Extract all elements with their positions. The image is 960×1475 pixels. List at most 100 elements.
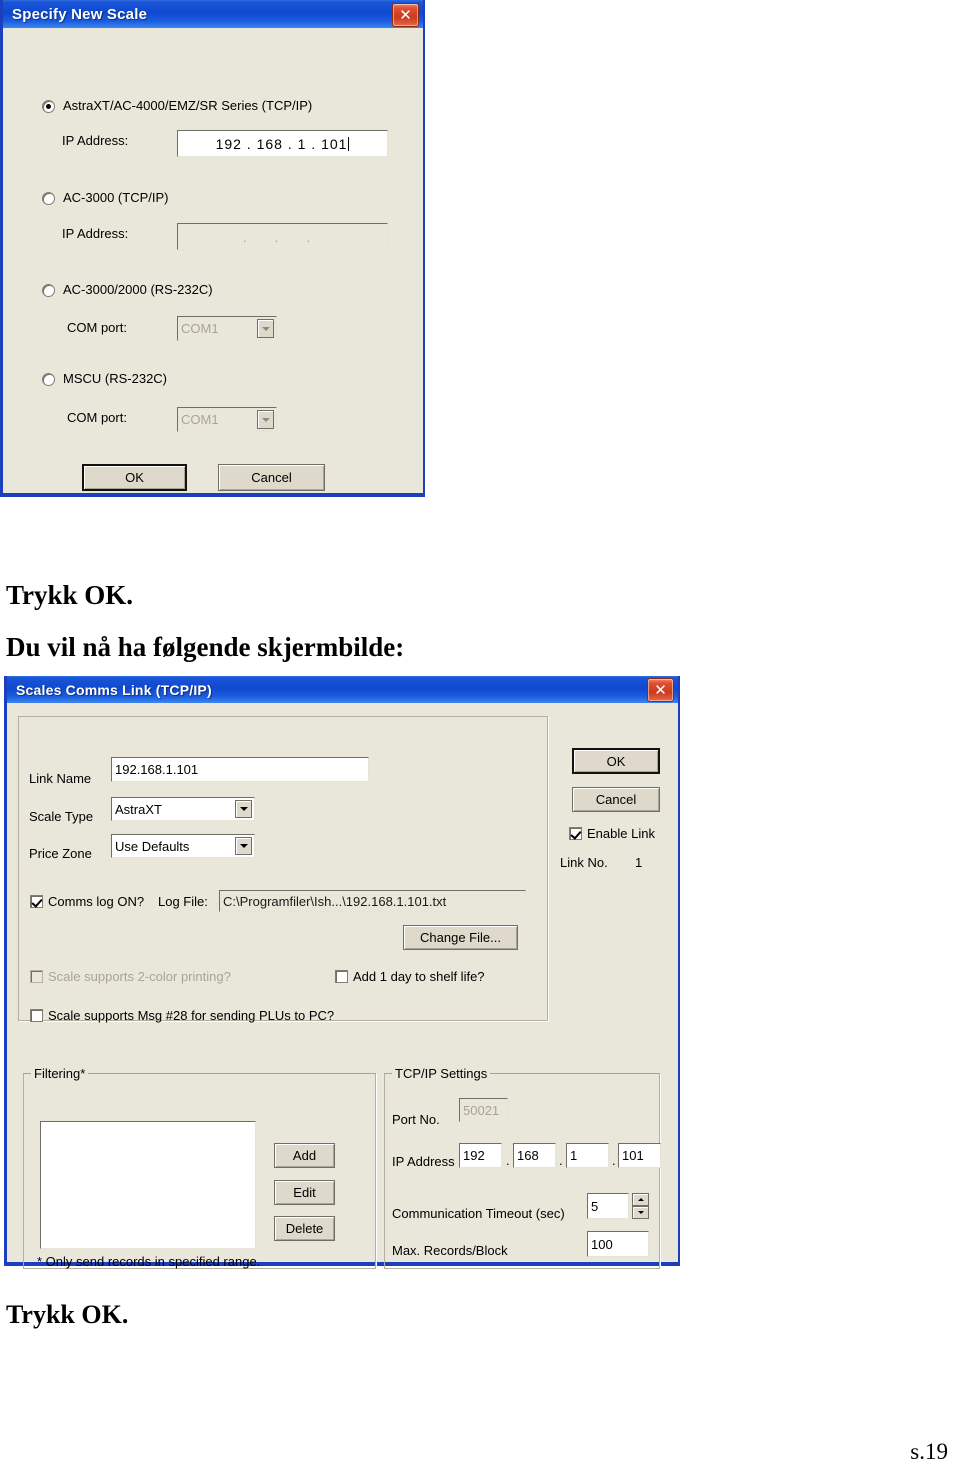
link-no-label: Link No.	[560, 855, 608, 870]
ip-octet-4-input[interactable]: 101	[618, 1143, 661, 1168]
change-file-label: Change File...	[420, 930, 501, 945]
price-zone-value: Use Defaults	[115, 838, 190, 854]
scales-comms-link-cancel-label: Cancel	[595, 792, 637, 807]
radio-mscu-rs232c[interactable]	[42, 373, 55, 386]
communication-timeout-stepper[interactable]	[632, 1193, 649, 1219]
max-records-input[interactable]: 100	[587, 1231, 649, 1257]
stepper-up-icon[interactable]	[632, 1193, 649, 1206]
log-file-label: Log File:	[158, 894, 208, 909]
ip-dot-2: .	[559, 1153, 563, 1168]
enable-link-checkbox[interactable]	[569, 827, 582, 840]
tcpip-settings-group-title: TCP/IP Settings	[392, 1066, 491, 1081]
communication-timeout-input[interactable]: 5	[587, 1193, 629, 1219]
specify-new-scale-dialog: Specify New Scale ✕ AstraXT/AC-4000/EMZ/…	[0, 0, 425, 497]
ip-octet-3-input[interactable]: 1	[566, 1143, 609, 1168]
ip-octet-1-value: 192	[463, 1148, 485, 1163]
close-icon[interactable]: ✕	[647, 678, 674, 702]
radio-ac3000-tcpip-label: AC-3000 (TCP/IP)	[63, 190, 169, 205]
mscu-com-port-combo[interactable]: COM1	[177, 407, 277, 432]
astraxt-ip-address-input[interactable]: 192 . 168 . 1 . 101	[177, 130, 388, 157]
msg28-label: Scale supports Msg #28 for sending PLUs …	[48, 1008, 335, 1023]
instruction-text-1: Trykk OK.	[6, 580, 134, 610]
scales-comms-link-titlebar[interactable]: Scales Comms Link (TCP/IP) ✕	[7, 676, 678, 703]
close-icon[interactable]: ✕	[392, 3, 419, 27]
filtering-group-title: Filtering*	[31, 1066, 89, 1081]
filtering-add-button[interactable]: Add	[274, 1143, 335, 1168]
link-no-value: 1	[635, 855, 643, 870]
ip-dot-3: .	[612, 1153, 616, 1168]
stepper-down-icon[interactable]	[632, 1206, 649, 1219]
specify-new-scale-titlebar[interactable]: Specify New Scale ✕	[3, 0, 423, 28]
scale-type-value: AstraXT	[115, 801, 162, 817]
filtering-footnote: * Only send records in specified range.	[37, 1254, 261, 1269]
shelf-life-checkbox[interactable]	[335, 970, 348, 983]
max-records-label: Max. Records/Block	[392, 1243, 508, 1258]
page-number: s.19	[910, 1439, 948, 1464]
price-zone-combo[interactable]: Use Defaults	[111, 834, 255, 858]
scales-comms-link-cancel-button[interactable]: Cancel	[572, 787, 660, 812]
instruction-text-3: Trykk OK.	[6, 1300, 129, 1329]
scale-type-label: Scale Type	[29, 809, 94, 824]
mscu-com-port-value: COM1	[181, 412, 219, 427]
radio-ac3000-2000-rs232c[interactable]	[42, 284, 55, 297]
astraxt-ip-address-label: IP Address:	[62, 133, 129, 148]
filtering-listbox[interactable]	[40, 1121, 256, 1249]
scales-comms-link-title: Scales Comms Link (TCP/IP)	[16, 681, 212, 698]
filtering-delete-button[interactable]: Delete	[274, 1216, 335, 1241]
ip-octet-2-input[interactable]: 168	[513, 1143, 556, 1168]
scale-type-combo[interactable]: AstraXT	[111, 797, 255, 821]
log-file-input: C:\Programfiler\Ish...\192.168.1.101.txt	[219, 890, 526, 912]
comms-log-label: Comms log ON?	[48, 894, 145, 909]
ip-octet-2-value: 168	[517, 1148, 539, 1163]
filtering-add-label: Add	[292, 1148, 317, 1163]
link-name-label: Link Name	[29, 771, 92, 786]
communication-timeout-value: 5	[591, 1198, 599, 1214]
specify-new-scale-ok-button[interactable]: OK	[82, 464, 187, 491]
specify-new-scale-body: AstraXT/AC-4000/EMZ/SR Series (TCP/IP) I…	[3, 28, 423, 493]
instruction-text-2: Du vil nå ha følgende skjermbilde:	[6, 632, 405, 662]
port-no-input: 50021	[459, 1098, 508, 1122]
two-color-printing-checkbox	[30, 970, 43, 983]
link-name-input[interactable]: 192.168.1.101	[111, 757, 369, 782]
price-zone-label: Price Zone	[29, 846, 92, 861]
comms-log-checkbox[interactable]	[30, 895, 43, 908]
radio-astraxt[interactable]	[42, 100, 55, 113]
text-caret	[348, 136, 350, 151]
chevron-down-icon[interactable]	[257, 410, 274, 429]
port-no-label: Port No.	[392, 1112, 440, 1127]
communication-timeout-label: Communication Timeout (sec)	[392, 1206, 565, 1221]
ac3000-ip-address-label: IP Address:	[62, 226, 129, 241]
filtering-edit-label: Edit	[293, 1185, 316, 1200]
scales-comms-link-ok-label: OK	[606, 753, 626, 769]
mscu-com-port-label: COM port:	[67, 410, 127, 425]
radio-mscu-rs232c-label: MSCU (RS-232C)	[63, 371, 168, 386]
chevron-down-icon[interactable]	[257, 319, 274, 338]
filtering-edit-button[interactable]: Edit	[274, 1180, 335, 1205]
change-file-button[interactable]: Change File...	[403, 925, 518, 950]
log-file-value: C:\Programfiler\Ish...\192.168.1.101.txt	[223, 893, 447, 909]
specify-new-scale-ok-label: OK	[125, 470, 144, 485]
ip-octet-3-value: 1	[570, 1148, 578, 1163]
two-color-printing-label: Scale supports 2-color printing?	[48, 969, 231, 984]
ac3000-ip-address-value: . . .	[242, 228, 323, 245]
ip-octet-1-input[interactable]: 192	[459, 1143, 502, 1168]
port-no-value: 50021	[463, 1102, 500, 1118]
link-name-value: 192.168.1.101	[115, 762, 199, 777]
specify-new-scale-cancel-button[interactable]: Cancel	[218, 464, 325, 491]
ip-address-label: IP Address	[392, 1154, 455, 1169]
chevron-down-icon[interactable]	[235, 800, 252, 818]
filtering-delete-label: Delete	[285, 1221, 324, 1236]
chevron-down-icon[interactable]	[235, 837, 252, 855]
max-records-value: 100	[591, 1236, 613, 1252]
scales-comms-link-ok-button[interactable]: OK	[572, 748, 660, 774]
astraxt-ip-address-value: 192 . 168 . 1 . 101	[215, 135, 348, 152]
ac3000-ip-address-input[interactable]: . . .	[177, 223, 388, 250]
radio-ac3000-tcpip[interactable]	[42, 192, 55, 205]
ac3000-2000-com-port-label: COM port:	[67, 320, 127, 335]
ip-octet-4-value: 101	[622, 1148, 644, 1163]
msg28-checkbox[interactable]	[30, 1009, 43, 1022]
radio-astraxt-label: AstraXT/AC-4000/EMZ/SR Series (TCP/IP)	[63, 98, 313, 113]
shelf-life-label: Add 1 day to shelf life?	[353, 969, 485, 984]
enable-link-label: Enable Link	[587, 826, 655, 841]
ac3000-2000-com-port-combo[interactable]: COM1	[177, 316, 277, 341]
